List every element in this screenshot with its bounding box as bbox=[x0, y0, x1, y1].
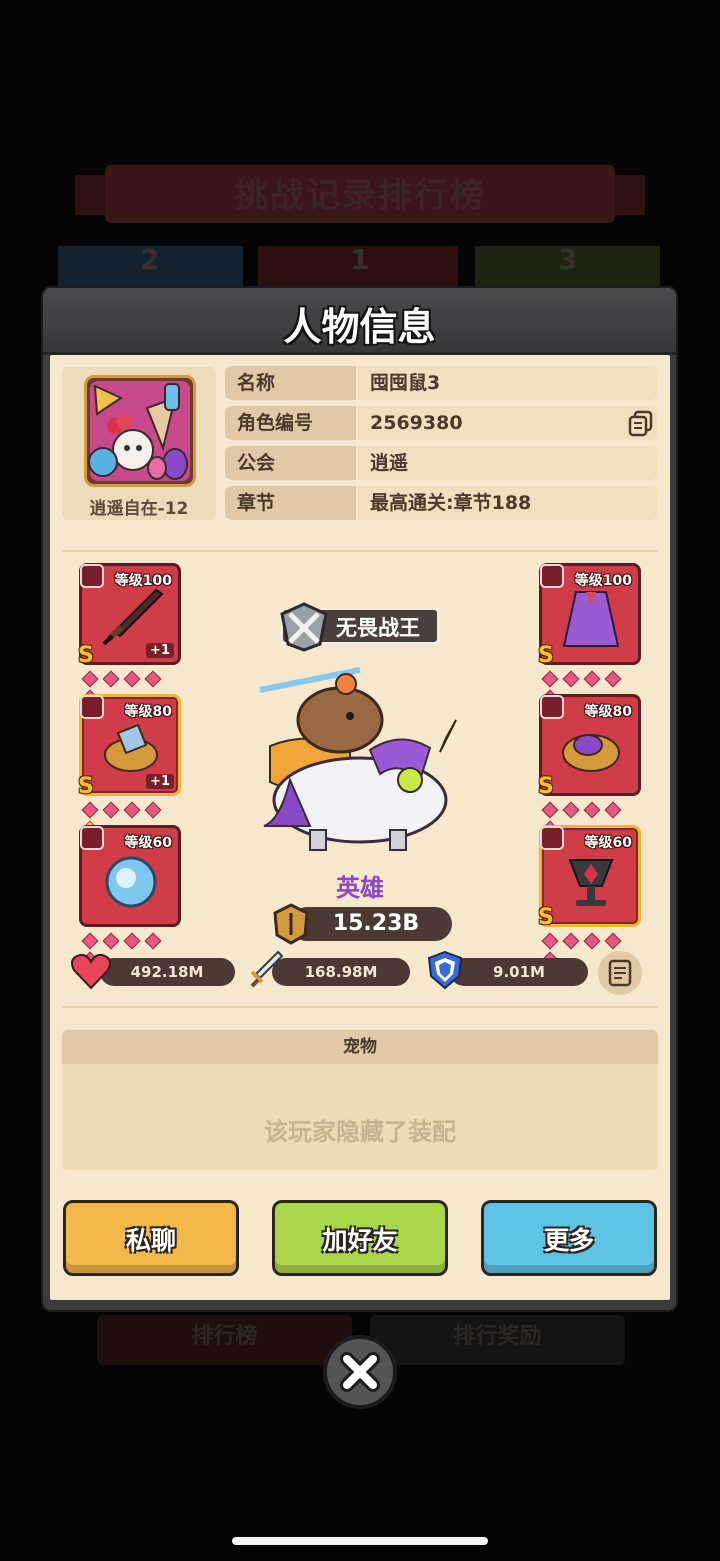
private-chat-button[interactable]: 私聊 bbox=[63, 1200, 239, 1276]
info-key: 公会 bbox=[225, 446, 356, 480]
copy-icon[interactable] bbox=[627, 409, 655, 437]
bg-leaderboard-title: 挑战记录排行榜 bbox=[234, 176, 486, 216]
equip-weapon[interactable]: 等级100 S +1 bbox=[78, 563, 181, 668]
hero-title-text: 无畏战王 bbox=[336, 616, 420, 640]
hero-rank: 英雄 bbox=[336, 874, 384, 902]
grade-badge: S bbox=[538, 774, 554, 799]
ring-icon bbox=[562, 734, 620, 772]
bg-tab-leaderboard: 排行榜 bbox=[97, 1315, 352, 1365]
hero-character-icon bbox=[259, 667, 457, 851]
info-value-id: 2569380 bbox=[358, 406, 657, 440]
heart-icon bbox=[71, 953, 111, 990]
enhance-badge: +1 bbox=[146, 643, 174, 658]
crossed-swords-icon bbox=[280, 602, 328, 652]
grade-badge: S bbox=[78, 643, 94, 668]
document-icon bbox=[608, 959, 632, 987]
info-key: 角色编号 bbox=[225, 406, 356, 440]
shield-icon bbox=[427, 950, 463, 990]
info-row-id: 角色编号 2569380 bbox=[225, 406, 657, 440]
info-value-guild: 逍遥 bbox=[358, 446, 657, 480]
gem-row bbox=[539, 801, 641, 838]
divider bbox=[62, 550, 658, 552]
enhance-badge: +1 bbox=[146, 774, 174, 789]
add-friend-label: 加好友 bbox=[322, 1226, 398, 1255]
info-value-chapter: 最高通关:章节188 bbox=[358, 486, 657, 520]
equip-ring[interactable]: 等级80 S +1 bbox=[78, 694, 181, 799]
grade-badge: S bbox=[78, 774, 94, 799]
more-label: 更多 bbox=[543, 1226, 594, 1255]
gem-row bbox=[539, 670, 641, 707]
cape-icon bbox=[562, 591, 620, 647]
add-friend-button[interactable]: 加好友 bbox=[272, 1200, 448, 1276]
gem-row bbox=[79, 801, 181, 838]
equip-ring-right[interactable]: 等级80 S bbox=[538, 694, 641, 799]
private-chat-label: 私聊 bbox=[125, 1226, 176, 1255]
pet-section-header: 宠物 bbox=[62, 1030, 658, 1064]
avatar-label: 逍遥自在-12 bbox=[89, 499, 189, 519]
bg-podium-1-number: 1 bbox=[350, 243, 370, 276]
close-button[interactable] bbox=[323, 1335, 397, 1409]
grade-badge: S bbox=[538, 643, 554, 668]
orb-icon bbox=[105, 856, 157, 908]
hp-value: 492.18M bbox=[130, 963, 204, 981]
info-row-guild: 公会 逍遥 bbox=[225, 446, 657, 480]
sword-icon bbox=[250, 950, 284, 988]
avatar bbox=[84, 375, 196, 487]
grade-badge: S bbox=[538, 905, 554, 930]
equip-armor[interactable]: 等级100 S bbox=[538, 563, 641, 668]
sword-icon bbox=[102, 588, 164, 646]
ring-icon bbox=[104, 723, 158, 772]
bg-podium-2-number: 2 bbox=[140, 243, 160, 276]
stats-detail-button[interactable] bbox=[598, 951, 642, 995]
bg-tab-rewards: 排行奖励 bbox=[370, 1315, 625, 1365]
gem-row bbox=[79, 932, 181, 969]
chalice-icon bbox=[568, 859, 614, 906]
avatar-art-icon bbox=[88, 381, 190, 481]
more-button[interactable]: 更多 bbox=[481, 1200, 657, 1276]
info-key: 章节 bbox=[225, 486, 356, 520]
gem-row bbox=[539, 932, 641, 969]
equip-necklace-right[interactable]: 等级60 S bbox=[538, 825, 641, 930]
attack-value: 168.98M bbox=[304, 963, 378, 981]
info-row-name: 名称 囤囤鼠3 bbox=[225, 366, 657, 400]
dialog-title: 人物信息 bbox=[283, 305, 436, 349]
combat-power: 15.23B bbox=[332, 911, 420, 936]
divider bbox=[62, 1006, 658, 1008]
equip-necklace[interactable]: 等级60 bbox=[79, 825, 181, 927]
close-icon bbox=[340, 1352, 380, 1392]
info-row-chapter: 章节 最高通关:章节188 bbox=[225, 486, 657, 520]
home-indicator[interactable] bbox=[232, 1537, 488, 1545]
info-key: 名称 bbox=[225, 366, 356, 400]
dialog-header: 人物信息 bbox=[43, 288, 676, 355]
info-value-name: 囤囤鼠3 bbox=[358, 366, 657, 400]
gem-row bbox=[79, 670, 181, 707]
pet-hidden-message: 该玩家隐藏了装配 bbox=[264, 1118, 456, 1146]
bg-podium-3-number: 3 bbox=[558, 243, 578, 276]
defense-value: 9.01M bbox=[493, 963, 545, 981]
